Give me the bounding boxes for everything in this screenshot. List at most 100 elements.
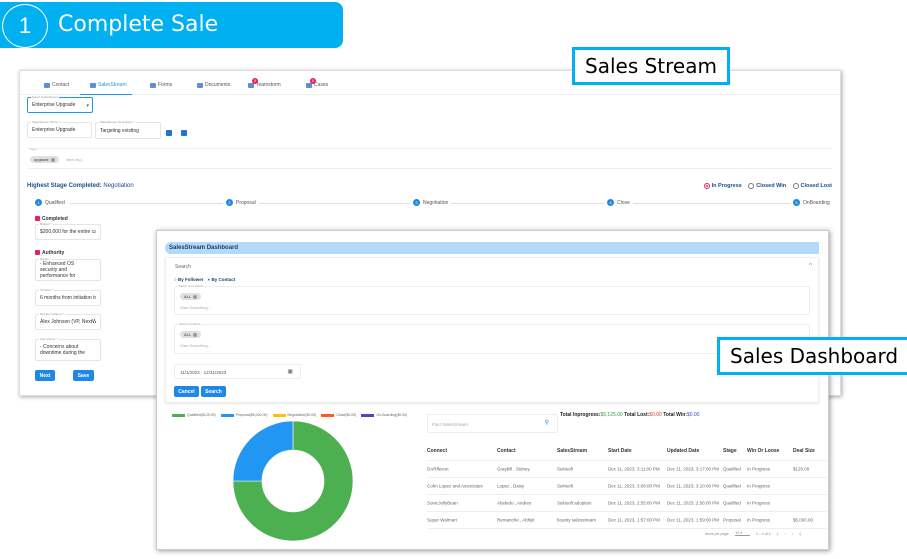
pain-points-textarea[interactable]: Pain Points * - Concerns about downtime d…	[35, 337, 101, 361]
select-connection[interactable]: Select Connection ALL Start Searching...	[174, 284, 810, 315]
legend-label: Proposal($5,000.00)	[235, 413, 268, 417]
checkbox-label: Authority	[42, 250, 65, 256]
column-header[interactable]: SalesStream	[557, 448, 587, 454]
legend-item[interactable]: On-Boarding($0.00)	[361, 413, 407, 417]
legend-item[interactable]: Close($0.00)	[321, 413, 356, 417]
radio-label: In Progress	[711, 183, 742, 189]
search-button[interactable]: Search	[201, 386, 226, 397]
radio-selected-icon: ●	[207, 277, 211, 282]
remove-tag-icon[interactable]	[50, 157, 55, 162]
tab-teamstorm[interactable]: 0 Teamstorm	[248, 77, 281, 88]
tab-salesstream[interactable]: SalesStream	[90, 82, 127, 88]
next-button[interactable]: Next	[35, 370, 55, 381]
stage-step[interactable]: 1 Qualified	[35, 199, 68, 206]
calendar-icon[interactable]: ▣	[287, 368, 293, 375]
table-row[interactable]: SonicJellyBean Abeledo , Andres Sekisoft a…	[427, 495, 827, 512]
find-salesstream-input[interactable]: Find SalesStream ⚲	[427, 414, 558, 433]
table-row[interactable]: Cohn Lopez and Associates Lopez , Daisy Se…	[427, 478, 827, 495]
save-icon[interactable]	[181, 130, 187, 136]
person-icon	[44, 82, 50, 88]
field-label: Select Contacts	[178, 322, 202, 326]
tags-field[interactable]: Tags upgrade New tag...	[27, 147, 832, 169]
tab-forms[interactable]: Forms	[150, 82, 172, 88]
save-button[interactable]: Save	[73, 370, 94, 381]
add-icon[interactable]	[166, 130, 172, 136]
totals-summary: Total Inprogress:$5,125.00 Total Lost:$0…	[560, 412, 699, 418]
table-row[interactable]: DARflexon Graybill , Sidney Sekisoft Dec 11…	[427, 461, 827, 478]
donut-slice-proposal[interactable]	[233, 421, 294, 482]
notification-badge: 0	[252, 77, 258, 84]
column-header[interactable]: Updated Date	[667, 448, 699, 454]
legend-swatch	[361, 413, 375, 417]
radio-closed-lost[interactable]: Closed Lost	[792, 183, 832, 189]
table-cell: Dec 11, 2023, 3:11:00 PM	[608, 466, 660, 472]
budget-input[interactable]: Budget * $200,000 for the entire camp	[35, 222, 101, 240]
new-tag-input[interactable]: New tag...	[66, 157, 84, 162]
tab-documents[interactable]: Documents	[197, 82, 230, 88]
select-salesstream-dropdown[interactable]: Select SalesStream Enterprise Upgrade ▾	[27, 95, 93, 113]
collapse-icon[interactable]: ^	[809, 263, 812, 269]
authority-checkbox[interactable]: Authority	[35, 250, 64, 256]
select-contacts[interactable]: Select Contacts ALL Start Searching...	[174, 322, 810, 354]
table-cell: SonicJellyBean	[427, 500, 458, 506]
tab-label: SalesStream	[98, 82, 127, 88]
decision-makers-input[interactable]: Decision Makers * Alex Johnson (VP, NextW…	[35, 312, 101, 330]
prev-page-icon[interactable]: ‹	[785, 532, 786, 536]
radio-in-progress[interactable]: In Progress	[703, 183, 742, 189]
total-lost-label: Total Lost:	[624, 412, 650, 418]
cancel-button[interactable]: Cancel	[174, 386, 199, 397]
needs-textarea[interactable]: Needs * - Enhanced OS security and perfor…	[35, 257, 101, 281]
legend-item[interactable]: Proposal($5,000.00)	[220, 413, 268, 417]
radio-closed-win[interactable]: Closed Win	[748, 183, 786, 189]
date-range-input[interactable]: 11/1/2023 - 12/31/2023 ▣	[174, 364, 301, 379]
legend-item[interactable]: Qualified($125.00)	[172, 413, 216, 417]
table-cell: Dec 11, 2023, 3:17:00 PM	[667, 466, 719, 472]
tab-contact[interactable]: Contact	[44, 82, 69, 88]
column-header[interactable]: Win Or Loose	[747, 448, 779, 454]
chip-all[interactable]: ALL	[180, 293, 202, 300]
timeline-input[interactable]: Timeline * 6 months from initiation to co	[35, 288, 101, 306]
next-page-icon[interactable]: ›	[792, 532, 793, 536]
search-icon[interactable]: ⚲	[545, 419, 549, 426]
stage-step[interactable]: 3 Negotiation	[410, 199, 452, 206]
remove-chip-icon[interactable]	[193, 332, 198, 337]
radio-by-follower[interactable]: ○ By Follower	[174, 277, 203, 282]
table-row[interactable]: Super Walmart Remanche , Abhijit bounty sa…	[427, 512, 827, 529]
salesstream-name-input[interactable]: SalesStream Name * Enterprise Upgrade	[27, 120, 92, 138]
radio-label: Closed Win	[756, 183, 787, 189]
search-card: Search ^ ○ By Follower ● By Contact Sele…	[165, 257, 819, 403]
remove-chip-icon[interactable]	[193, 294, 198, 299]
column-header[interactable]: Deal Size	[793, 448, 815, 454]
radio-by-contact[interactable]: ● By Contact	[207, 277, 235, 282]
tag-chip[interactable]: upgrade	[30, 156, 59, 163]
dashboard-title: SalesStream Dashboard	[165, 242, 819, 254]
tab-cases[interactable]: 0 Cases	[306, 77, 328, 88]
column-header[interactable]: Start Date	[608, 448, 632, 454]
chart-legend: Qualified($125.00) Proposal($5,000.00) Neg…	[172, 413, 407, 417]
checkbox-checked-icon	[35, 216, 40, 222]
total-lost-value: $0.00	[649, 412, 662, 418]
step-title: Complete Sale	[58, 12, 219, 37]
step-number: 1	[2, 4, 48, 48]
team-icon: 0	[248, 77, 258, 88]
first-page-icon[interactable]: |‹	[777, 532, 779, 536]
column-header[interactable]: Contact	[497, 448, 516, 454]
items-per-page-select[interactable]: 10 ▾	[735, 531, 750, 536]
legend-swatch	[321, 413, 335, 417]
field-label: Select Connection	[178, 284, 205, 288]
field-label: Timeline *	[39, 288, 55, 292]
column-header[interactable]: Connect	[427, 448, 447, 454]
stage-step[interactable]: 2 Proposal	[223, 199, 259, 206]
status-radio-group: In Progress Closed Win Closed Lost	[699, 183, 832, 191]
table-cell: Sekisoft adoption	[557, 500, 592, 506]
salesstream-description-input[interactable]: SalesStream Description * Targeting exis…	[95, 120, 161, 139]
legend-item[interactable]: Negotiation($0.00)	[272, 413, 316, 417]
column-header[interactable]: Stage	[723, 448, 737, 454]
radio-label: Closed Lost	[800, 183, 832, 189]
items-per-page-value: 10	[735, 531, 740, 535]
stage-step[interactable]: 4 Close	[604, 199, 633, 206]
tab-label: Teamstorm	[256, 82, 281, 88]
chip-all[interactable]: ALL	[180, 331, 202, 338]
last-page-icon[interactable]: ›|	[799, 532, 801, 536]
stage-step[interactable]: 5 OnBoarding	[790, 199, 830, 206]
